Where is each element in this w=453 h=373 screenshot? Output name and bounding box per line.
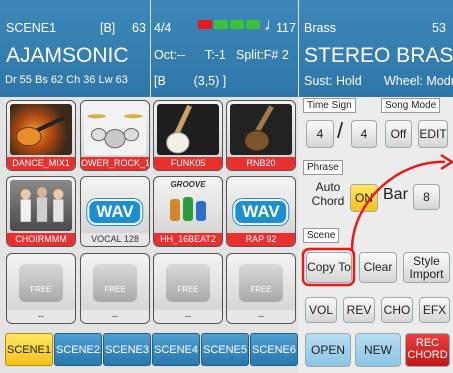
pad-12[interactable]: FREE -- <box>226 253 296 324</box>
pad-3[interactable]: FUNK05 <box>153 100 223 171</box>
bar-value-button[interactable]: 8 <box>413 184 440 210</box>
scene-number: 63 <box>132 21 146 35</box>
transpose-value: T:-1 <box>205 48 226 62</box>
pad-label: DANCE_MIX1 <box>7 157 75 170</box>
pad-10[interactable]: FREE -- <box>80 253 150 324</box>
wheel-mode: Wheel: Modul. <box>384 74 453 88</box>
groove-title: GROOVE <box>170 180 206 189</box>
choir-photo-icon <box>10 180 72 231</box>
time-sign-numerator[interactable]: 4 <box>306 120 334 148</box>
divider <box>150 0 151 97</box>
scene-button-3[interactable]: SCENE3 <box>103 333 151 366</box>
rec-chord-button[interactable]: REC CHORD <box>405 333 450 367</box>
free-slot-icon: FREE <box>93 264 137 302</box>
style-import-button[interactable]: Style Import <box>403 252 450 283</box>
pad-label: -- <box>154 310 222 323</box>
pad-7[interactable]: GROOVE HH_16BEAT2 <box>153 176 223 247</box>
pad-label: VOCAL 128 <box>81 233 149 246</box>
pad-2[interactable]: OWER_ROCK_124 <box>80 100 150 171</box>
pad-11[interactable]: FREE -- <box>153 253 223 324</box>
electric-guitar-icon <box>10 104 72 155</box>
tempo-value[interactable]: 117 <box>276 21 296 35</box>
style-name[interactable]: AJAMSONIC <box>6 44 129 68</box>
open-button[interactable]: OPEN <box>305 333 351 367</box>
copy-to-button[interactable]: Copy To <box>306 252 352 283</box>
song-mode-edit-button[interactable]: EDIT <box>418 120 448 148</box>
pad-label: RNB20 <box>227 157 295 170</box>
phrase-label: Phrase <box>303 160 343 175</box>
new-button[interactable]: NEW <box>355 333 401 367</box>
scene-button-5[interactable]: SCENE5 <box>201 333 249 366</box>
auto-chord-on-button[interactable]: ON <box>350 184 378 212</box>
pad-label: FUNK05 <box>154 157 222 170</box>
pad-label: CHOIRMMM <box>7 233 75 246</box>
pad-label: -- <box>227 310 295 323</box>
pad-1[interactable]: DANCE_MIX1 <box>6 100 76 171</box>
pad-label: HH_16BEAT2 <box>154 233 222 246</box>
octave-value: Oct:-- <box>154 48 186 62</box>
sustain-mode: Sust: Hold <box>304 74 362 88</box>
drum-info: Dr 55 Bs 62 Ch 36 Lw 63 <box>5 74 128 86</box>
scene-button-1[interactable]: SCENE1 <box>5 333 53 366</box>
drum-kit-icon <box>84 104 146 155</box>
pad-6[interactable]: WAV VOCAL 128 <box>80 176 150 247</box>
pad-label: RAP 92 <box>227 233 295 246</box>
sound-number: 53 <box>432 21 446 35</box>
bar-label: Bar <box>383 186 408 203</box>
pad-label: -- <box>7 310 75 323</box>
bass-guitar-dark-icon <box>230 104 292 155</box>
pad-label: OWER_ROCK_124 <box>81 157 149 170</box>
time-sign-label: Time Sign <box>303 98 356 113</box>
rev-button[interactable]: REV <box>343 297 375 323</box>
pad-label: -- <box>81 310 149 323</box>
beat-led <box>230 20 244 29</box>
divider <box>298 0 299 97</box>
bass-guitar-icon <box>157 104 219 155</box>
song-mode-off-button[interactable]: Off <box>385 120 412 148</box>
time-signature: 4/4 <box>154 21 172 35</box>
beat-led <box>246 20 260 29</box>
pad-8[interactable]: WAV RAP 92 <box>226 176 296 247</box>
beat-led <box>214 20 228 29</box>
beat-led <box>198 20 212 29</box>
free-slot-icon: FREE <box>19 264 63 302</box>
clear-button[interactable]: Clear <box>359 252 397 283</box>
free-slot-icon: FREE <box>239 264 283 302</box>
efx-button[interactable]: EFX <box>419 297 450 323</box>
chord-info: [B (3,5) ] <box>154 74 227 88</box>
wav-badge-icon: WAV <box>87 199 143 225</box>
cho-button[interactable]: CHO <box>381 297 413 323</box>
scene-button-2[interactable]: SCENE2 <box>54 333 102 366</box>
scene-button-4[interactable]: SCENE4 <box>152 333 200 366</box>
time-sign-denominator[interactable]: 4 <box>351 120 377 148</box>
free-slot-icon: FREE <box>166 264 210 302</box>
scene-name: SCENE1 <box>6 21 57 35</box>
auto-chord-label: Auto Chord <box>311 180 345 208</box>
time-sign-slash: / <box>337 118 344 143</box>
pad-9[interactable]: FREE -- <box>6 253 76 324</box>
pad-5[interactable]: CHOIRMMM <box>6 176 76 247</box>
vol-button[interactable]: VOL <box>305 297 337 323</box>
sound-category: Brass <box>304 21 336 35</box>
status-bar: SCENE1 [B] 63 AJAMSONIC Dr 55 Bs 62 Ch 3… <box>0 0 453 97</box>
split-value: Split:F# 2 <box>236 48 289 62</box>
groove-drums-icon <box>157 191 219 231</box>
scene-button-6[interactable]: SCENE6 <box>250 333 298 366</box>
sound-name[interactable]: STEREO BRASS <box>304 44 453 68</box>
scene-label: Scene <box>303 228 340 243</box>
pad-4[interactable]: RNB20 <box>226 100 296 171</box>
song-mode-label: Song Mode <box>381 98 441 113</box>
wav-badge-icon: WAV <box>233 199 289 225</box>
scene-bank: [B] <box>100 21 116 35</box>
